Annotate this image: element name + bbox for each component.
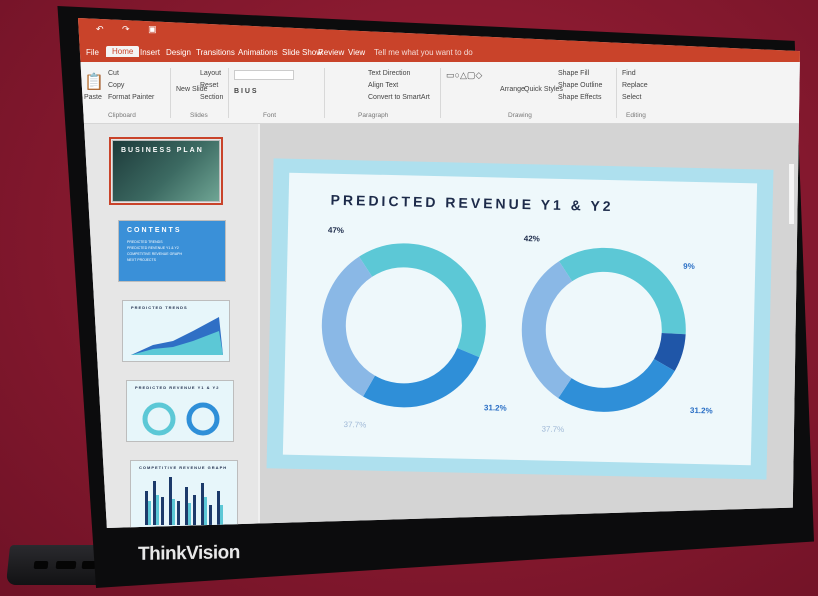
usb-c-port (55, 561, 77, 569)
current-slide[interactable]: PREDICTED REVENUE Y1 & Y2 47% 31.2% 37.7… (266, 158, 774, 480)
arrange-button[interactable]: Arrange (500, 86, 525, 93)
tab-design[interactable]: Design (166, 48, 191, 57)
donut1-bottom-label: 37.7% (343, 420, 367, 430)
layout-button[interactable]: Layout (200, 70, 221, 77)
ribbon-divider (228, 68, 229, 118)
tab-file[interactable]: File (86, 48, 99, 57)
font-format-buttons[interactable]: B I U S (234, 88, 257, 95)
align-text-button[interactable]: Align Text (368, 82, 398, 89)
ribbon-divider (324, 68, 325, 118)
quick-access-toolbar[interactable]: ↶ ↷ ▣ (96, 24, 165, 35)
paste-button[interactable]: Paste (84, 94, 102, 101)
donut2-small-label: 9% (683, 261, 695, 271)
donut-slice (558, 358, 675, 412)
slide-thumbnail[interactable]: PREDICTED REVENUE Y1 & Y2 (126, 380, 234, 442)
ribbon-divider (170, 68, 171, 118)
donut-slice (559, 247, 686, 335)
slide-thumbnail[interactable]: BUSINESS PLAN (109, 137, 223, 205)
shapes-gallery[interactable]: ▭○△▢◇ (446, 70, 482, 81)
donut2-bottom-label: 37.7% (541, 424, 565, 435)
slide-canvas: PREDICTED REVENUE Y1 & Y2 47% 31.2% 37.7… (282, 172, 758, 466)
shape-outline-button[interactable]: Shape Outline (558, 82, 602, 89)
area-chart-preview (131, 317, 223, 355)
reset-button[interactable]: Reset (200, 82, 218, 89)
paragraph-label: Paragraph (358, 112, 389, 119)
slides-label: Slides (190, 112, 208, 119)
text-direction-button[interactable]: Text Direction (368, 70, 410, 77)
donut-slice (653, 332, 686, 371)
donut-slice (363, 347, 480, 408)
thumbnail-line: NEXT PROJECTS (127, 258, 156, 262)
donut2-top-label: 42% (523, 234, 540, 244)
donut-slice (359, 243, 486, 358)
donut-slice (521, 261, 573, 399)
ribbon-tabs: File Home Insert Design Transitions Anim… (78, 44, 800, 62)
paste-icon[interactable]: 📋 (84, 72, 104, 92)
drawing-label: Drawing (508, 112, 532, 119)
slides-pane: BUSINESS PLAN CONTENTS PREDICTED TRENDS … (78, 124, 258, 528)
thumbnail-title: BUSINESS PLAN (121, 147, 204, 154)
tell-me-input[interactable]: Tell me what you want to do (374, 48, 473, 57)
convert-smartart-button[interactable]: Convert to SmartArt (368, 94, 430, 101)
ribbon-divider (616, 68, 617, 118)
monitor-screen: ↶ ↷ ▣ Contoso Electronics Sales Presenta… (78, 18, 800, 528)
donut2-right-label: 31.2% (689, 405, 713, 416)
editing-label: Editing (626, 112, 646, 119)
slide-thumbnail[interactable]: COMPETITIVE REVENUE GRAPH (130, 460, 238, 528)
user-name[interactable]: Kelly Jordan (686, 24, 730, 33)
tab-animations[interactable]: Animations (238, 48, 278, 57)
brand-logo: ThinkVision (138, 542, 240, 565)
ribbon: 📋 Paste Cut Copy Format Painter Clipboar… (78, 62, 800, 124)
bar-chart-preview (145, 477, 223, 525)
shape-fill-button[interactable]: Shape Fill (558, 70, 589, 77)
ribbon-divider (440, 68, 441, 118)
slide-thumbnail[interactable]: CONTENTS PREDICTED TRENDS PREDICTED REVE… (118, 220, 226, 282)
tab-insert[interactable]: Insert (140, 48, 160, 57)
shape-effects-button[interactable]: Shape Effects (558, 94, 601, 101)
usb-c-port (33, 561, 49, 569)
tab-view[interactable]: View (348, 48, 365, 57)
vertical-scrollbar[interactable] (789, 164, 794, 224)
copy-button[interactable]: Copy (108, 82, 124, 89)
donut-slice (321, 256, 376, 397)
donut1-right-label: 31.2% (483, 403, 507, 413)
share-button[interactable]: Share (739, 24, 760, 33)
find-button[interactable]: Find (622, 70, 636, 77)
usb-c-port (81, 561, 97, 569)
select-button[interactable]: Select (622, 94, 641, 101)
replace-button[interactable]: Replace (622, 82, 648, 89)
tab-slide-show[interactable]: Slide Show (282, 48, 322, 57)
slide-editor: PREDICTED REVENUE Y1 & Y2 47% 31.2% 37.7… (260, 124, 800, 528)
tab-review[interactable]: Review (318, 48, 344, 57)
cut-button[interactable]: Cut (108, 70, 119, 77)
thumbnail-title: CONTENTS (127, 227, 182, 234)
tab-home[interactable]: Home (106, 46, 140, 57)
format-painter-button[interactable]: Format Painter (108, 94, 154, 101)
slide-thumbnail[interactable]: PREDICTED TRENDS (122, 300, 230, 362)
donut-preview (142, 402, 220, 436)
tab-transitions[interactable]: Transitions (196, 48, 235, 57)
clipboard-label: Clipboard (108, 112, 136, 119)
donut1-top-label: 47% (327, 225, 345, 235)
font-name-select[interactable] (234, 70, 294, 80)
section-button[interactable]: Section (200, 94, 223, 101)
font-label: Font (263, 112, 277, 119)
